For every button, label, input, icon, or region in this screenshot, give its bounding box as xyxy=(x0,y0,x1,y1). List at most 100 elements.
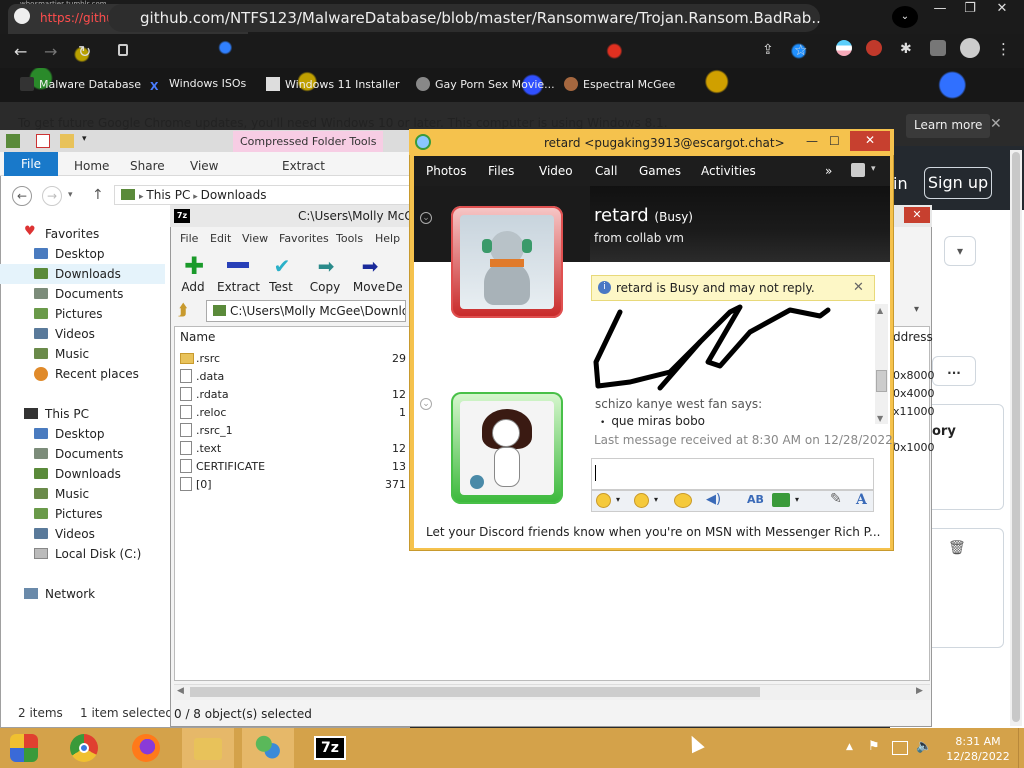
nav-fav-downloads[interactable]: Downloads xyxy=(0,264,165,284)
minimize-icon[interactable]: — xyxy=(924,0,956,20)
messenger-close-button[interactable]: ✕ xyxy=(850,131,890,151)
extension-flag-icon[interactable] xyxy=(836,40,852,56)
table-row[interactable]: CERTIFICATE 13 xyxy=(180,458,420,476)
learn-more-button[interactable]: Learn more xyxy=(906,114,991,138)
start-button[interactable] xyxy=(0,728,52,768)
close-icon[interactable]: ✕ xyxy=(986,0,1018,20)
nav-files[interactable]: Files xyxy=(488,164,514,178)
nav-thispc[interactable]: This PC xyxy=(0,404,165,424)
maximize-icon[interactable]: ☐ xyxy=(829,134,840,148)
move-button[interactable]: ➡ Move xyxy=(349,256,389,294)
new-folder-icon[interactable] xyxy=(60,134,74,148)
menu-tools[interactable]: Tools xyxy=(336,232,363,245)
dropdown-caret-icon[interactable]: ▾ xyxy=(944,236,976,266)
conversation-scrollbar[interactable] xyxy=(875,304,888,424)
nav-pc-downloads[interactable]: Downloads xyxy=(0,464,165,484)
show-desktop-button[interactable] xyxy=(1018,728,1024,768)
font-style-icon[interactable]: AB xyxy=(747,493,764,506)
taskbar-firefox[interactable] xyxy=(120,728,172,768)
sign-up-button[interactable]: Sign up xyxy=(924,167,992,199)
my-avatar[interactable] xyxy=(451,392,563,504)
extension-avatar-icon[interactable] xyxy=(866,40,882,56)
nav-favorites[interactable]: ♥ Favorites xyxy=(0,224,165,244)
conversation-scroll-thumb[interactable] xyxy=(876,370,887,392)
up-folder-icon[interactable]: ⮭ xyxy=(178,302,194,318)
minimize-icon[interactable]: — xyxy=(806,134,818,148)
collapse-contact-icon[interactable]: ⌄ xyxy=(420,212,432,224)
address-bar[interactable]: github.com/NTFS123/MalwareDatabase/blob/… xyxy=(108,4,820,32)
taskbar-messenger[interactable] xyxy=(242,728,294,768)
nav-pc-localdisk[interactable]: Local Disk (C:) xyxy=(0,544,165,564)
taskbar-clock[interactable]: 8:31 AM 12/28/2022 xyxy=(938,734,1018,764)
nav-fav-pictures[interactable]: Pictures xyxy=(0,304,165,324)
copy-button[interactable]: ➡ Copy xyxy=(305,256,345,294)
extensions-puzzle-icon[interactable]: ✱ xyxy=(900,41,912,57)
path-dropdown-icon[interactable]: ▾ xyxy=(914,304,919,315)
add-button[interactable]: ✚ Add xyxy=(173,254,213,294)
scroll-down-icon[interactable]: ▼ xyxy=(877,414,883,423)
nav-pc-desktop[interactable]: Desktop xyxy=(0,424,165,444)
handwriting-pen-icon[interactable]: ✎ xyxy=(830,491,842,507)
nav-photos[interactable]: Photos xyxy=(426,164,466,178)
taskbar-file-explorer[interactable] xyxy=(182,728,234,768)
tab-share[interactable]: Share xyxy=(130,159,165,173)
profile-avatar-icon[interactable] xyxy=(960,38,980,58)
nav-call[interactable]: Call xyxy=(595,164,617,178)
network-tray-icon[interactable] xyxy=(892,741,908,755)
menu-favorites[interactable]: Favorites xyxy=(279,232,329,245)
table-row[interactable]: .reloc 1 xyxy=(180,404,420,422)
bookmark-windows-isos[interactable]: X Windows ISOs xyxy=(150,77,246,94)
menu-view[interactable]: View xyxy=(242,232,268,245)
nav-fav-recent[interactable]: Recent places xyxy=(0,364,165,384)
nudge-icon[interactable] xyxy=(674,493,692,508)
bookmark-windows-11-installer[interactable]: Windows 11 Installer xyxy=(266,77,400,91)
up-icon[interactable]: ↑ xyxy=(92,187,104,203)
recent-dropdown-icon[interactable]: ▾ xyxy=(68,190,73,200)
taskbar-chrome[interactable] xyxy=(58,728,110,768)
nav-pc-documents[interactable]: Documents xyxy=(0,444,165,464)
qat-dropdown-icon[interactable]: ▾ xyxy=(82,134,87,144)
emoticon-dropdown-icon[interactable]: ▾ xyxy=(616,495,620,504)
wink-icon[interactable] xyxy=(634,493,649,508)
nav-pc-music[interactable]: Music xyxy=(0,484,165,504)
scroll-left-icon[interactable]: ◀ xyxy=(177,686,184,696)
forward-icon[interactable]: → xyxy=(42,186,62,206)
delete-button[interactable]: De xyxy=(386,280,410,294)
nav-games[interactable]: Games xyxy=(639,164,681,178)
table-row[interactable]: .rsrc 29 xyxy=(180,350,420,368)
column-header-address[interactable]: ddress xyxy=(893,330,933,344)
voice-clip-icon[interactable]: ◀) xyxy=(706,492,721,507)
volume-icon[interactable]: 🔈 xyxy=(916,739,932,754)
tray-overflow-icon[interactable]: ▲ xyxy=(846,742,853,752)
scroll-right-icon[interactable]: ▶ xyxy=(916,686,923,696)
options-dropdown-icon[interactable]: ▾ xyxy=(871,164,876,174)
text-mode-icon[interactable]: A xyxy=(856,492,867,508)
test-button[interactable]: ✔ Test xyxy=(261,256,301,294)
nav-fav-desktop[interactable]: Desktop xyxy=(0,244,165,264)
properties-icon[interactable] xyxy=(36,134,50,148)
nav-network[interactable]: Network xyxy=(0,584,165,604)
sevenzip-close-icon[interactable]: ✕ xyxy=(904,207,930,223)
table-row[interactable]: [0] 371 xyxy=(180,476,420,494)
background-dropdown-icon[interactable]: ▾ xyxy=(795,495,799,504)
nav-more[interactable]: » xyxy=(825,164,832,178)
table-row[interactable]: .rdata 12 xyxy=(180,386,420,404)
tab-view[interactable]: View xyxy=(190,159,218,173)
table-row[interactable]: .rsrc_1 xyxy=(180,422,420,440)
scroll-up-icon[interactable]: ▲ xyxy=(877,306,883,315)
menu-file[interactable]: File xyxy=(180,232,198,245)
window-options-icon[interactable] xyxy=(851,163,865,177)
breadcrumb-thispc[interactable]: This PC xyxy=(146,188,190,202)
wink-dropdown-icon[interactable]: ▾ xyxy=(654,495,658,504)
menu-help[interactable]: Help xyxy=(375,232,400,245)
breadcrumb[interactable]: ▸ This PC ▸ Downloads xyxy=(114,185,410,205)
tab-home[interactable]: Home xyxy=(74,159,109,173)
page-scrollbar-thumb[interactable] xyxy=(1012,152,1020,722)
menu-edit[interactable]: Edit xyxy=(210,232,231,245)
nav-fav-videos[interactable]: Videos xyxy=(0,324,165,344)
restore-icon[interactable]: ❐ xyxy=(954,0,986,20)
forward-icon[interactable]: → xyxy=(44,42,57,61)
tab-search-icon[interactable]: ⌄ xyxy=(892,6,918,28)
bookmark-espectral-mcgee[interactable]: Espectral McGee xyxy=(564,77,675,91)
nav-fav-documents[interactable]: Documents xyxy=(0,284,165,304)
